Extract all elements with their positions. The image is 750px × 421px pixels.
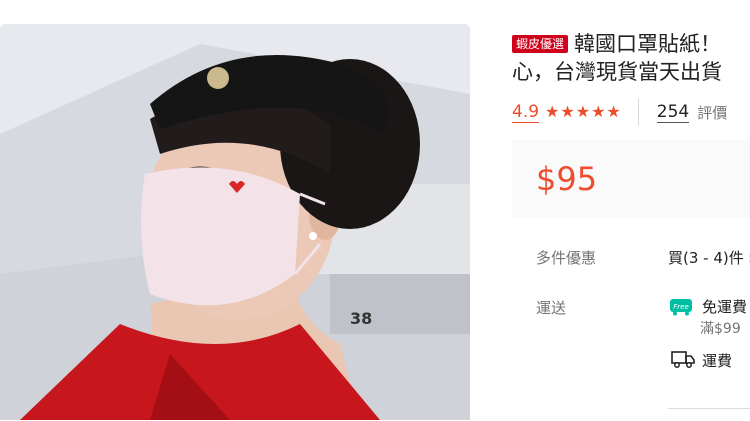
truck-icon	[671, 351, 695, 368]
bulk-discount-value[interactable]: 買(3 - 4)件 $	[668, 247, 750, 268]
review-count[interactable]: 254	[656, 102, 690, 123]
star-icon: ★	[575, 102, 591, 121]
price: $95	[536, 160, 598, 198]
rating-value[interactable]: 4.9	[512, 102, 540, 123]
product-title: 蝦皮優選 韓國口罩貼紙！ 心，台灣現貨當天出貨	[512, 30, 750, 86]
product-image[interactable]: 38	[0, 24, 470, 420]
shipping-fee-label: 運費	[702, 352, 733, 370]
free-shipping-icon: Free	[670, 299, 692, 316]
svg-text:Free: Free	[673, 303, 689, 311]
svg-text:38: 38	[350, 309, 372, 328]
quantity-selector[interactable]	[668, 408, 750, 421]
star-icon: ★	[545, 102, 560, 121]
review-label: 評價	[697, 103, 728, 122]
divider	[637, 98, 639, 126]
star-icon: ★	[606, 102, 621, 121]
rating-row: 4.9 ★ ★ ★ ★ ★ 254 評價	[512, 98, 750, 126]
star-icon: ★	[560, 102, 575, 121]
title-line-1: 韓國口罩貼紙！	[574, 32, 722, 56]
shipping-label: 運送	[536, 299, 567, 317]
rating-stars: ★ ★ ★ ★ ★	[545, 103, 622, 121]
price-box: $95	[512, 140, 750, 218]
free-shipping-min: 滿$99	[700, 321, 741, 337]
bulk-discount-label: 多件優惠	[536, 249, 597, 267]
free-shipping-text: 免運費	[702, 298, 748, 316]
star-icon: ★	[591, 102, 606, 121]
title-line-2: 心，台灣現貨當天出貨	[512, 60, 722, 84]
preferred-seller-badge: 蝦皮優選	[512, 35, 569, 53]
